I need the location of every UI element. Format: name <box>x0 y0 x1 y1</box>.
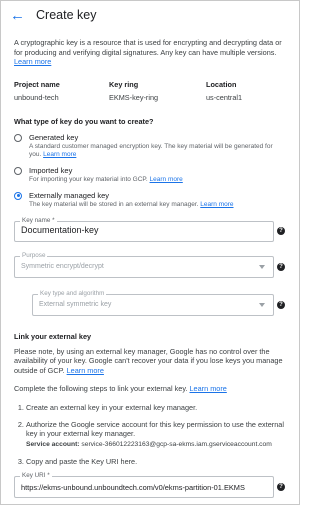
step-item: Authorize the Google service account for… <box>26 420 285 450</box>
intro-learn-more-link[interactable]: Learn more <box>14 57 51 66</box>
project-name-value: unbound-tech <box>14 92 59 102</box>
key-name-input[interactable]: Documentation-key <box>15 225 273 237</box>
purpose-label: Purpose <box>20 251 48 261</box>
radio-externally-managed-key[interactable]: Externally managed key The key material … <box>14 191 285 209</box>
key-algorithm-value: External symmetric key <box>39 301 112 309</box>
step-item: Copy and paste the Key URI here. <box>26 457 285 467</box>
key-name-field[interactable]: Key name * Documentation-key ? <box>14 216 285 242</box>
radio-description: A standard customer managed encryption k… <box>29 142 273 158</box>
steps-intro: Complete the following steps to link you… <box>14 384 227 394</box>
key-algorithm-select: Key type and algorithm External symmetri… <box>32 289 285 316</box>
location-label: Location <box>206 79 237 89</box>
service-account-value: service-366012223163@gcp-sa-ekms.iam.gse… <box>81 440 272 448</box>
imported-learn-more-link[interactable]: Learn more <box>150 176 183 183</box>
radio-label: Externally managed key <box>29 190 110 200</box>
link-external-key-heading: Link your external key <box>14 331 92 341</box>
key-uri-field[interactable]: Key URI * https://ekms-unbound.unboundte… <box>14 472 285 499</box>
page-header: ← Create key <box>1 1 299 29</box>
radio-label: Imported key <box>29 165 73 175</box>
key-type-question: What type of key do you want to create? <box>14 117 154 127</box>
key-uri-label: Key URI * <box>20 472 52 481</box>
radio-generated-key[interactable]: Generated key A standard customer manage… <box>14 133 285 159</box>
external-key-note: Please note, by using an external key ma… <box>14 346 283 375</box>
key-info: Project name Key ring Location unbound-t… <box>14 80 285 102</box>
radio-description: The key material will be stored in an ex… <box>29 200 234 208</box>
radio-label: Generated key <box>29 132 79 142</box>
radio-button-selected[interactable] <box>14 191 22 200</box>
location-value: us-central1 <box>206 92 243 102</box>
purpose-select: Purpose Symmetric encrypt/decrypt ? <box>14 251 285 278</box>
step-item: Create an external key in your external … <box>26 403 285 413</box>
key-algorithm-label: Key type and algorithm <box>38 289 107 299</box>
main-content: A cryptographic key is a resource that i… <box>1 38 299 499</box>
external-learn-more-link[interactable]: Learn more <box>200 201 233 208</box>
steps-learn-more-link[interactable]: Learn more <box>190 384 227 393</box>
radio-imported-key[interactable]: Imported key For importing your key mate… <box>14 166 285 184</box>
help-icon[interactable]: ? <box>277 227 285 236</box>
chevron-down-icon <box>259 264 265 269</box>
key-name-label: Key name * <box>20 216 57 226</box>
help-icon[interactable]: ? <box>277 300 285 309</box>
help-icon[interactable]: ? <box>277 262 285 271</box>
steps-list: Create an external key in your external … <box>14 403 285 466</box>
intro-text: A cryptographic key is a resource that i… <box>14 38 282 67</box>
key-uri-input[interactable]: https://ekms-unbound.unboundtech.com/v0/… <box>15 483 273 493</box>
arrow-back-icon[interactable]: ← <box>10 8 28 23</box>
key-ring-label: Key ring <box>109 79 139 89</box>
note-learn-more-link[interactable]: Learn more <box>67 366 104 375</box>
project-name-label: Project name <box>14 79 60 89</box>
radio-button[interactable] <box>14 166 22 175</box>
chevron-down-icon <box>259 302 265 307</box>
page-title: Create key <box>36 8 97 22</box>
help-icon[interactable]: ? <box>277 483 285 492</box>
key-ring-value: EKMS-key-ring <box>109 92 159 102</box>
generated-learn-more-link[interactable]: Learn more <box>43 151 76 158</box>
service-account: Service account: service-366012223163@gc… <box>26 440 272 448</box>
radio-button[interactable] <box>14 133 22 142</box>
radio-description: For importing your key material into GCP… <box>29 175 183 183</box>
create-key-page: ← Create key A cryptographic key is a re… <box>0 0 300 505</box>
purpose-value: Symmetric encrypt/decrypt <box>21 263 104 271</box>
